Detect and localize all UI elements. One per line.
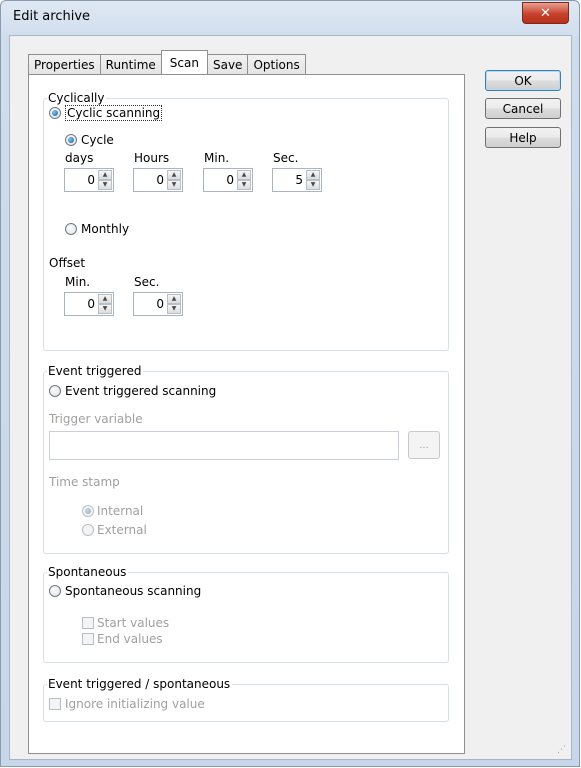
offset-min-spinner[interactable]: 0 ▲ ▼ xyxy=(64,292,114,316)
sec-label: Sec. xyxy=(273,151,299,165)
spin-up-icon[interactable]: ▲ xyxy=(167,294,181,304)
sec-spinner[interactable]: 5 ▲ ▼ xyxy=(272,168,322,192)
cyclic-scanning-label[interactable]: Cyclic scanning xyxy=(65,105,163,121)
spin-down-icon[interactable]: ▼ xyxy=(98,180,112,190)
close-icon: ✕ xyxy=(540,5,551,21)
start-values-checkbox[interactable] xyxy=(82,617,94,629)
tab-save[interactable]: Save xyxy=(206,54,249,74)
spin-up-icon[interactable]: ▲ xyxy=(167,170,181,180)
edit-archive-dialog: Edit archive ✕ Properties Runtime Scan S… xyxy=(0,0,580,767)
title-bar[interactable]: Edit archive ✕ xyxy=(1,1,579,35)
cancel-button[interactable]: Cancel xyxy=(485,98,561,119)
spin-up-icon[interactable]: ▲ xyxy=(306,170,320,180)
days-spinner[interactable]: 0 ▲ ▼ xyxy=(64,168,114,192)
internal-radio[interactable] xyxy=(82,505,94,517)
cyclic-scanning-radio[interactable] xyxy=(49,107,61,119)
days-label: days xyxy=(65,151,94,165)
offset-sec-label: Sec. xyxy=(134,275,160,289)
event-spontaneous-group-title: Event triggered / spontaneous xyxy=(47,677,233,691)
trigger-variable-label: Trigger variable xyxy=(49,412,143,426)
cycle-label[interactable]: Cycle xyxy=(81,133,114,147)
hours-spinner[interactable]: 0 ▲ ▼ xyxy=(133,168,183,192)
offset-sec-value: 0 xyxy=(156,297,164,311)
tab-properties[interactable]: Properties xyxy=(28,54,101,74)
external-radio[interactable] xyxy=(82,524,94,536)
end-values-label[interactable]: End values xyxy=(97,632,163,646)
sec-value: 5 xyxy=(295,173,303,187)
close-button[interactable]: ✕ xyxy=(522,2,569,24)
min-value: 0 xyxy=(226,173,234,187)
window-title: Edit archive xyxy=(13,9,91,24)
offset-sec-spinner[interactable]: 0 ▲ ▼ xyxy=(133,292,183,316)
ignore-initializing-label[interactable]: Ignore initializing value xyxy=(65,697,205,711)
hours-value: 0 xyxy=(156,173,164,187)
offset-min-value: 0 xyxy=(87,297,95,311)
tab-options[interactable]: Options xyxy=(247,54,306,74)
spin-down-icon[interactable]: ▼ xyxy=(167,180,181,190)
min-label: Min. xyxy=(204,151,230,165)
spontaneous-scanning-label[interactable]: Spontaneous scanning xyxy=(65,584,201,598)
hours-label: Hours xyxy=(134,151,170,165)
scan-tab-panel: Cyclically Cyclic scanning Cycle days Ho… xyxy=(28,74,465,754)
end-values-checkbox[interactable] xyxy=(82,633,94,645)
spin-down-icon[interactable]: ▼ xyxy=(98,304,112,314)
time-stamp-label: Time stamp xyxy=(49,475,120,489)
tab-runtime[interactable]: Runtime xyxy=(99,54,162,74)
help-button[interactable]: Help xyxy=(485,127,561,148)
min-spinner[interactable]: 0 ▲ ▼ xyxy=(203,168,253,192)
start-values-label[interactable]: Start values xyxy=(97,616,169,630)
browse-button[interactable]: ... xyxy=(408,431,440,459)
spin-down-icon[interactable]: ▼ xyxy=(306,180,320,190)
cyclically-group-title: Cyclically xyxy=(47,91,107,105)
monthly-label[interactable]: Monthly xyxy=(81,222,129,236)
offset-min-label: Min. xyxy=(65,275,91,289)
ok-button[interactable]: OK xyxy=(485,70,561,91)
tab-scan[interactable]: Scan xyxy=(160,50,208,74)
days-value: 0 xyxy=(87,173,95,187)
external-label[interactable]: External xyxy=(97,523,147,537)
spin-up-icon[interactable]: ▲ xyxy=(237,170,251,180)
cycle-radio[interactable] xyxy=(65,134,77,146)
resize-grip-icon[interactable]: ⋰ xyxy=(557,745,569,757)
ignore-initializing-checkbox[interactable] xyxy=(49,698,61,710)
monthly-radio[interactable] xyxy=(65,223,77,235)
spin-up-icon[interactable]: ▲ xyxy=(98,170,112,180)
dialog-client-area: Properties Runtime Scan Save Options OK … xyxy=(9,35,572,760)
cyclic-scanning-text: Cyclic scanning xyxy=(65,105,163,121)
event-triggered-group-title: Event triggered xyxy=(47,364,144,378)
event-triggered-scanning-radio[interactable] xyxy=(49,385,61,397)
spin-down-icon[interactable]: ▼ xyxy=(167,304,181,314)
spin-up-icon[interactable]: ▲ xyxy=(98,294,112,304)
trigger-variable-input[interactable] xyxy=(49,431,399,460)
event-triggered-scanning-label[interactable]: Event triggered scanning xyxy=(65,384,216,398)
spontaneous-scanning-radio[interactable] xyxy=(49,585,61,597)
internal-label[interactable]: Internal xyxy=(97,504,143,518)
spin-down-icon[interactable]: ▼ xyxy=(237,180,251,190)
tab-strip: Properties Runtime Scan Save Options xyxy=(28,50,306,74)
offset-label: Offset xyxy=(49,256,86,270)
spontaneous-group-title: Spontaneous xyxy=(47,565,129,579)
